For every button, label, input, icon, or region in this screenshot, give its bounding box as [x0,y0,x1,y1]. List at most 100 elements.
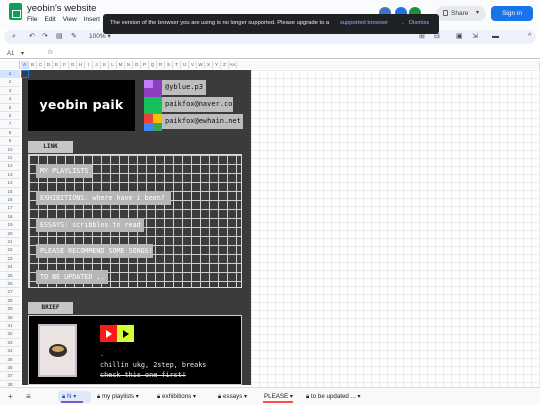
column-header[interactable]: J [93,61,101,69]
row-header[interactable]: 26 [0,280,20,289]
column-header[interactable]: N [125,61,133,69]
column-header[interactable]: E [53,61,61,69]
sheet-tab-exhibitions[interactable]: 🔒︎ exhibitions ▾ [153,391,211,403]
link-my-playlists[interactable]: MY PLAYLISTS [36,164,92,178]
link-exhibitions[interactable]: EXHIBITIONS: where have i been? [36,191,171,205]
row-header[interactable]: 33 [0,338,20,348]
column-header[interactable]: Y [213,61,221,69]
sheet-tab-essays[interactable]: 🔒︎ essays ▾ [214,391,258,403]
share-button[interactable]: Share ▾ [436,6,486,21]
row-header[interactable]: 36 [0,364,20,373]
link-recommend-songs[interactable]: PLEASE RECOMMEND SOME SONGS! [36,244,153,258]
row-header[interactable]: 30 [0,313,20,322]
column-header[interactable]: R [157,61,165,69]
row-header[interactable]: 3 [0,86,20,96]
row-header[interactable]: 29 [0,305,20,314]
row-header[interactable]: 15 [0,187,20,196]
more-options-icon[interactable]: ▬ [492,32,499,42]
align-icon[interactable]: ▣ [456,32,463,42]
column-header[interactable]: Z [221,61,229,69]
collapse-toolbar-icon[interactable]: ^ [528,32,531,42]
row-header[interactable]: 14 [0,179,20,188]
row-header[interactable]: 1 [0,70,20,79]
row-header[interactable]: 12 [0,162,20,171]
row-header[interactable]: 13 [0,170,20,180]
sheet-tab-my-playlists[interactable]: 🔒︎ my playlists ▾ [93,391,151,403]
youtube-play-icon[interactable] [100,325,117,342]
column-header[interactable]: M [117,61,125,69]
row-header[interactable]: 4 [0,95,20,104]
row-header[interactable]: 37 [0,372,20,381]
redo-icon[interactable]: ↷ [42,32,48,42]
sheet-tab-please[interactable]: PLEASE ▾ [260,391,300,403]
undo-icon[interactable]: ↶ [29,32,35,42]
print-icon[interactable]: ▤ [56,32,63,42]
row-header[interactable]: 19 [0,221,20,230]
column-header[interactable]: S [165,61,173,69]
document-title[interactable]: yeobin's website [27,3,96,14]
column-header[interactable]: F [61,61,69,69]
column-header[interactable]: U [181,61,189,69]
name-box[interactable]: A1 ▾ [7,50,24,57]
link-essays[interactable]: ESSAYS: scribbles to read [36,218,144,232]
row-header[interactable]: 35 [0,355,20,364]
row-header[interactable]: 25 [0,271,20,280]
album-cover-image[interactable] [38,324,77,377]
row-header[interactable]: 6 [0,112,20,121]
search-menus-icon[interactable]: ⌕ [12,32,16,42]
sheet-tab-n[interactable]: 🔒︎ N ▾ [58,391,91,403]
dismiss-button[interactable]: Dismiss [409,20,429,26]
menu-insert[interactable]: Insert [84,16,100,23]
row-header[interactable]: 28 [0,296,20,306]
row-header[interactable]: 18 [0,212,20,222]
contact-naver-email[interactable]: paikfox@naver.co [162,97,233,112]
column-header[interactable]: AA [229,61,237,69]
column-header[interactable]: C [37,61,45,69]
row-header[interactable]: 27 [0,288,20,297]
column-header[interactable]: K [101,61,109,69]
row-header[interactable]: 20 [0,229,20,238]
supported-browser-link[interactable]: supported browser [340,20,388,26]
sign-in-button[interactable]: Sign in [491,6,533,21]
row-header[interactable]: 22 [0,246,20,255]
contact-instagram[interactable]: @yblue.p3 [162,80,206,95]
menu-view[interactable]: View [63,16,77,23]
menu-file[interactable]: File [27,16,37,23]
row-header[interactable]: 17 [0,204,20,213]
row-header[interactable]: 23 [0,254,20,264]
paint-format-icon[interactable]: ✎ [71,32,77,42]
column-header[interactable]: W [197,61,205,69]
column-header[interactable]: L [109,61,117,69]
row-header[interactable]: 11 [0,154,20,163]
menu-edit[interactable]: Edit [44,16,55,23]
row-header[interactable]: 34 [0,347,20,356]
next-track-icon[interactable] [117,325,134,342]
column-header[interactable]: I [85,61,93,69]
column-header[interactable]: A [21,61,29,69]
column-header[interactable]: V [189,61,197,69]
row-header[interactable]: 9 [0,137,20,146]
column-header[interactable]: P [141,61,149,69]
column-header[interactable]: G [69,61,77,69]
row-header[interactable]: 24 [0,263,20,272]
naver-icon[interactable] [144,97,162,114]
email-icon[interactable] [144,114,162,131]
column-header[interactable]: D [45,61,53,69]
add-sheet-icon[interactable]: + [8,392,13,401]
column-header[interactable]: Q [149,61,157,69]
row-header[interactable]: 21 [0,238,20,247]
wrap-icon[interactable]: ⇲ [472,32,478,42]
column-header[interactable]: X [205,61,213,69]
column-header[interactable]: H [77,61,85,69]
all-sheets-icon[interactable]: ≡ [26,392,31,401]
row-header[interactable]: 16 [0,196,20,205]
instagram-icon[interactable] [144,80,162,97]
row-header[interactable]: 8 [0,128,20,138]
link-to-be-updated[interactable]: TO BE UPDATED .. [36,270,108,284]
column-header[interactable]: O [133,61,141,69]
column-header[interactable]: B [29,61,37,69]
select-all-corner[interactable] [0,61,20,69]
column-header[interactable]: T [173,61,181,69]
row-header[interactable]: 31 [0,322,20,331]
row-header[interactable]: 32 [0,330,20,339]
